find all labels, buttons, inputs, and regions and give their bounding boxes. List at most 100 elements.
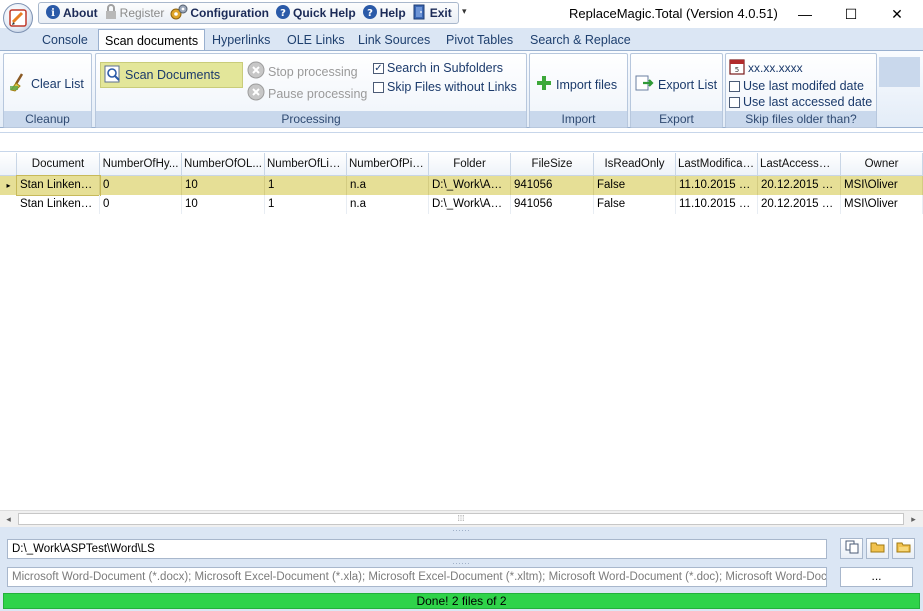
column-header-isreadonly[interactable]: IsReadOnly [594,153,676,176]
exit-door-icon [412,4,428,23]
table-row[interactable]: ▸ Stan Linkenh... 0 10 1 n.a D:\_Work\AS… [0,175,923,196]
column-header-number-of-pivot-tables[interactable]: NumberOfPiv... [347,153,429,176]
help-icon: ? [362,4,378,23]
column-header-owner[interactable]: Owner [841,153,923,176]
tab-link-sources[interactable]: Link Sources [352,29,436,50]
column-header-filesize[interactable]: FileSize [511,153,594,176]
cell-document[interactable]: Stan Linkenh... [16,175,101,196]
cell-number-of-pivot-tables[interactable]: n.a [347,176,429,195]
register-button[interactable]: Register [101,3,168,23]
cell-filesize[interactable]: 941056 [511,195,594,214]
use-last-modified-checkbox[interactable]: Use last modifed date [729,79,864,93]
tab-search-replace[interactable]: Search & Replace [524,29,637,50]
path-field[interactable]: D:\_Work\ASPTest\Word\LS [7,539,827,559]
column-header-number-of-hyperlinks[interactable]: NumberOfHy... [100,153,182,176]
ribbon-overflow-area [879,57,920,87]
about-button[interactable]: i About [42,3,101,23]
tab-pivot-tables[interactable]: Pivot Tables [440,29,519,50]
grid-group-panel [0,132,923,152]
bottom-panel: D:\_Work\ASPTest\Word\LS ...... Microsof… [0,533,923,592]
export-arrow-icon [635,74,655,95]
export-group-label: Export [631,111,722,127]
tab-hyperlinks[interactable]: Hyperlinks [206,29,276,50]
copy-path-button[interactable] [840,538,863,559]
scroll-left-icon[interactable]: ◂ [0,511,17,528]
cell-isreadonly[interactable]: False [594,195,676,214]
use-last-accessed-checkbox[interactable]: Use last accessed date [729,95,872,109]
quick-help-button[interactable]: ? Quick Help [272,3,359,23]
date-picker[interactable]: 5 xx.xx.xxxx [729,57,803,78]
import-files-button[interactable]: Import files [535,74,617,95]
pause-processing-button[interactable]: Pause processing [247,83,367,104]
checkbox-unchecked-icon [729,96,740,108]
svg-text:?: ? [367,8,373,19]
ribbon-panel: Clear List Cleanup Scan Documents Stop p… [0,50,923,128]
scroll-right-icon[interactable]: ▸ [905,511,922,528]
cell-number-of-hyperlinks[interactable]: 0 [100,176,182,195]
scan-magnifier-icon [104,65,122,86]
cell-last-access-date[interactable]: 20.12.2015 0... [758,195,841,214]
column-header-last-access-date[interactable]: LastAccessDate [758,153,841,176]
app-menu-orb[interactable] [3,3,33,33]
gears-icon [170,4,188,23]
cell-number-of-link-sources[interactable]: 1 [265,176,347,195]
cell-last-modification[interactable]: 11.10.2015 1... [676,176,758,195]
cell-number-of-ole-links[interactable]: 10 [182,176,265,195]
open-folder-button[interactable] [866,538,889,559]
stop-processing-button[interactable]: Stop processing [247,61,358,82]
cell-owner[interactable]: MSI\Oliver [841,176,923,195]
cell-number-of-pivot-tables[interactable]: n.a [347,195,429,214]
customize-quick-access-dropdown-icon[interactable]: ▾ [462,6,467,17]
grid-header: Document NumberOfHy... NumberOfOL... Num… [0,153,923,176]
file-filter-field[interactable]: Microsoft Word-Document (*.docx); Micros… [7,567,827,587]
app-logo-icon [9,9,27,27]
cell-number-of-hyperlinks[interactable]: 0 [100,195,182,214]
horizontal-scrollbar[interactable]: ◂ ⁞⁞⁞ ▸ [0,510,923,527]
cell-owner[interactable]: MSI\Oliver [841,195,923,214]
scan-documents-button[interactable]: Scan Documents [100,62,243,88]
help-button[interactable]: ? Help [359,3,409,23]
tab-console[interactable]: Console [36,29,94,50]
export-list-button[interactable]: Export List [635,74,717,95]
configuration-button[interactable]: Configuration [167,3,272,23]
scrollbar-thumb[interactable]: ⁞⁞⁞ [18,513,904,525]
svg-text:5: 5 [735,66,739,74]
cell-folder[interactable]: D:\_Work\AS... [429,176,511,195]
cell-filesize[interactable]: 941056 [511,176,594,195]
export-group: Export List Export [630,53,723,128]
row-indicator [0,195,17,214]
calendar-icon: 5 [729,57,745,78]
svg-text:i: i [51,8,55,19]
tab-ole-links[interactable]: OLE Links [281,29,351,50]
cell-last-access-date[interactable]: 20.12.2015 0... [758,176,841,195]
minimize-button[interactable]: — [782,0,828,28]
tab-scan-documents[interactable]: Scan documents [98,29,206,51]
browse-folder-button[interactable] [892,538,915,559]
cell-folder[interactable]: D:\_Work\AS... [429,195,511,214]
cell-number-of-link-sources[interactable]: 1 [265,195,347,214]
close-button[interactable]: ✕ [874,0,920,28]
cell-isreadonly[interactable]: False [594,176,676,195]
file-filter-browse-button[interactable]: ... [840,567,913,587]
clear-list-button[interactable]: Clear List [8,72,84,95]
table-row[interactable]: Stan Linkenh... 0 10 1 n.a D:\_Work\AS..… [0,195,923,214]
column-header-last-modification[interactable]: LastModificati... [676,153,758,176]
cell-number-of-ole-links[interactable]: 10 [182,195,265,214]
exit-button[interactable]: Exit [409,3,455,23]
column-header-document[interactable]: Document [17,153,100,176]
maximize-button[interactable]: ☐ [828,0,874,28]
column-header-number-of-link-sources[interactable]: NumberOfLin... [265,153,347,176]
search-in-subfolders-checkbox[interactable]: ✓ Search in Subfolders [373,61,503,75]
column-header-number-of-ole-links[interactable]: NumberOfOL... [182,153,265,176]
quick-access-toolbar: i About Register Configuration ? Quick H… [38,2,459,24]
column-header-folder[interactable]: Folder [429,153,511,176]
splitter-handle[interactable]: ...... [0,559,923,566]
cell-document[interactable]: Stan Linkenh... [17,195,100,214]
close-icon: ✕ [891,5,903,22]
broom-icon [8,72,28,95]
import-group-label: Import [530,111,627,127]
import-group: Import files Import [529,53,628,128]
skip-files-without-links-checkbox[interactable]: Skip Files without Links [373,80,517,94]
processing-group: Scan Documents Stop processing Pause pro… [95,53,527,128]
cell-last-modification[interactable]: 11.10.2015 1... [676,195,758,214]
